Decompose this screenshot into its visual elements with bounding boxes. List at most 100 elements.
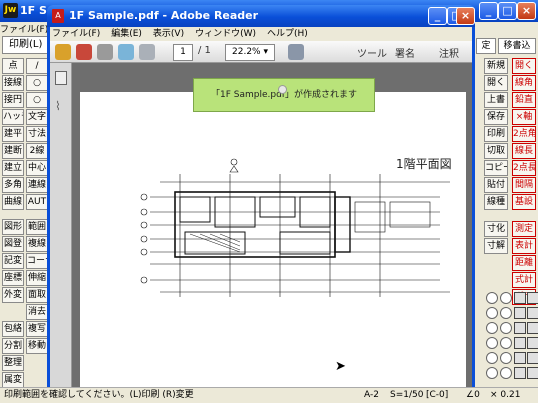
jw-tool-button[interactable]: ○ [26, 75, 48, 91]
jw-tool-button[interactable]: コーナー [26, 253, 48, 269]
layer-square-button[interactable] [527, 322, 538, 334]
jw-tool-button[interactable]: 範囲 [26, 219, 48, 235]
jw-right-tool-button[interactable]: 2点長 [512, 160, 536, 176]
jw-print-button[interactable]: 印刷(L) [2, 36, 50, 54]
layer-circle-button[interactable] [486, 367, 498, 379]
menu-edit[interactable]: 編集(E) [109, 29, 142, 39]
menu-help[interactable]: ヘルプ(H) [265, 29, 308, 39]
jw-right-tool-button[interactable]: 線角 [512, 75, 536, 91]
layer-square-button[interactable] [514, 307, 526, 319]
jw-right-tool-button[interactable]: 開く [512, 58, 536, 74]
jw-tool-button[interactable]: / [26, 58, 48, 74]
jw-tool-button[interactable]: 座標 [2, 270, 24, 286]
jw-right-tool-button[interactable]: 寸解 [484, 238, 508, 254]
jw-tool-button[interactable]: 外変 [2, 287, 24, 303]
jw-tool-button[interactable]: 寸法 [26, 126, 48, 142]
jw-tool-button[interactable]: ○ [26, 92, 48, 108]
jw-right-tool-button[interactable]: 線長 [512, 143, 536, 159]
jw-tool-button[interactable]: 図形 [2, 219, 24, 235]
page-number-input[interactable]: 1 [173, 44, 193, 61]
jw-maximize-button[interactable]: □ [498, 2, 517, 20]
layer-circle-button[interactable] [500, 352, 512, 364]
layer-circle-button[interactable] [486, 292, 498, 304]
jw-tool-button[interactable]: 伸縮 [26, 270, 48, 286]
jw-tool-button[interactable]: 連線 [26, 177, 48, 193]
open-icon[interactable] [55, 44, 71, 60]
jw-tool-button[interactable]: 建立 [2, 160, 24, 176]
jw-tool-button[interactable]: 複写 [26, 321, 48, 337]
layer-square-button[interactable] [514, 367, 526, 379]
jw-tool-button[interactable]: AUT [26, 194, 48, 210]
jw-right-tool-button[interactable]: 基設 [512, 194, 536, 210]
layer-square-button[interactable] [527, 367, 538, 379]
create-pdf-icon[interactable] [76, 44, 92, 60]
adobe-close-button[interactable]: × [456, 7, 475, 25]
layer-circle-button[interactable] [486, 352, 498, 364]
layer-square-button[interactable] [514, 292, 526, 304]
jw-right-tool-button[interactable]: 式計 [512, 272, 536, 288]
jw-right-tool-button[interactable]: 測定 [512, 221, 536, 237]
jw-right-tool-button[interactable]: 貼付 [484, 177, 508, 193]
jw-setting-button[interactable]: 定 [476, 38, 496, 54]
layer-square-button[interactable] [527, 352, 538, 364]
jw-tool-button[interactable]: 2線 [26, 143, 48, 159]
jw-tool-button[interactable]: 図登 [2, 236, 24, 252]
layer-square-button[interactable] [527, 307, 538, 319]
layer-circle-button[interactable] [486, 307, 498, 319]
comment-pane-button[interactable]: 注釈 [439, 45, 459, 60]
jw-tool-button[interactable]: 建平 [2, 126, 24, 142]
menu-file[interactable]: ファイル(F) [50, 29, 100, 39]
jw-tool-button[interactable]: 文字 [26, 109, 48, 125]
fit-page-icon[interactable] [288, 44, 304, 60]
jw-right-tool-button[interactable]: 2点角 [512, 126, 536, 142]
jw-right-tool-button[interactable]: 間隔 [512, 177, 536, 193]
jw-right-tool-button[interactable]: 鉛直 [512, 92, 536, 108]
save-icon[interactable] [139, 44, 155, 60]
layer-circle-button[interactable] [500, 322, 512, 334]
layer-circle-button[interactable] [486, 322, 498, 334]
jw-tool-button[interactable]: 複線 [26, 236, 48, 252]
jw-right-tool-button[interactable]: 新規 [484, 58, 508, 74]
layer-square-button[interactable] [527, 337, 538, 349]
jw-menu-file[interactable]: ファイル(F) [0, 22, 50, 36]
jw-right-tool-button[interactable]: 印刷 [484, 126, 508, 142]
jw-tool-button[interactable]: 分割 [2, 338, 24, 354]
zoom-select[interactable]: 22.2% ▾ [225, 44, 275, 61]
jw-right-tool-button[interactable]: 保存 [484, 109, 508, 125]
jw-right-tool-button[interactable]: 上書 [484, 92, 508, 108]
layer-circle-button[interactable] [500, 367, 512, 379]
jw-tool-button[interactable]: 中心 [26, 160, 48, 176]
menu-view[interactable]: 表示(V) [151, 29, 184, 39]
jw-tool-button[interactable]: 包絡 [2, 321, 24, 337]
layer-square-button[interactable] [514, 322, 526, 334]
share-icon[interactable] [118, 44, 134, 60]
jw-tool-button[interactable]: 建断 [2, 143, 24, 159]
jw-right-tool-button[interactable]: 寸化 [484, 221, 508, 237]
jw-tool-button[interactable]: 移動 [26, 338, 48, 354]
jw-right-tool-button[interactable]: ×軸 [512, 109, 536, 125]
page-thumbnails-icon[interactable] [55, 71, 67, 85]
jw-right-tool-button[interactable]: 表計 [512, 238, 536, 254]
jw-right-tool-button[interactable]: 切取 [484, 143, 508, 159]
tools-pane-button[interactable]: ツール [357, 45, 387, 60]
jw-tool-button[interactable]: 多角 [2, 177, 24, 193]
layer-square-button[interactable] [514, 352, 526, 364]
jw-tool-button[interactable]: 接線 [2, 75, 24, 91]
layer-circle-button[interactable] [500, 307, 512, 319]
jw-tool-button[interactable]: 接円 [2, 92, 24, 108]
layer-square-button[interactable] [514, 337, 526, 349]
jw-right-tool-button[interactable]: コピー [484, 160, 508, 176]
jw-right-tool-button[interactable]: 距離 [512, 255, 536, 271]
jw-tool-button[interactable]: 整理 [2, 355, 24, 371]
attachment-icon[interactable]: ⌇ [55, 99, 67, 113]
menu-window[interactable]: ウィンドウ(W) [193, 29, 256, 39]
jw-tool-button[interactable]: 属変 [2, 372, 24, 388]
jw-right-tool-button[interactable]: 開く [484, 75, 508, 91]
jw-tool-button[interactable]: 曲線 [2, 194, 24, 210]
jw-tool-button[interactable]: 消去 [26, 304, 48, 320]
jw-minimize-button[interactable]: _ [479, 2, 498, 20]
layer-square-button[interactable] [527, 292, 538, 304]
jw-close-button[interactable]: × [517, 2, 536, 20]
layer-circle-button[interactable] [500, 292, 512, 304]
jw-right-tool-button[interactable]: 線種 [484, 194, 508, 210]
